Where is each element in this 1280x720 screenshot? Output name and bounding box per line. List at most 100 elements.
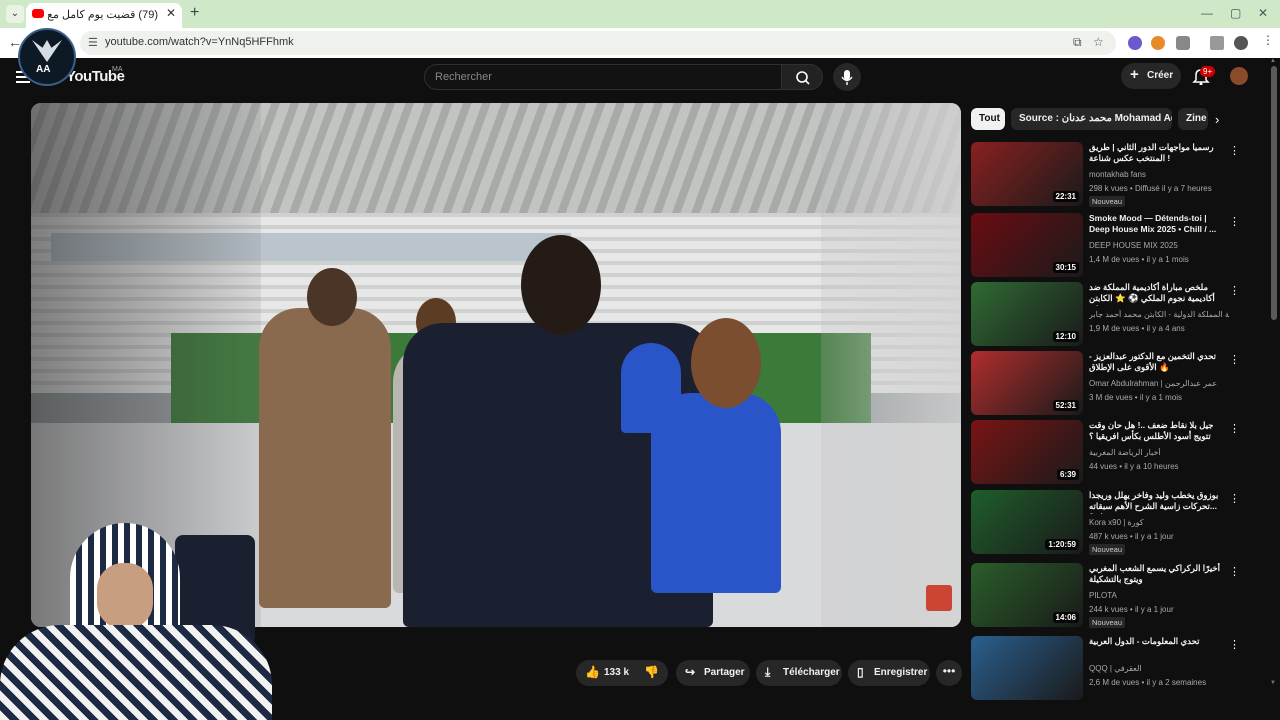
person-figure <box>259 308 391 608</box>
video-duration: 52:31 <box>1052 400 1079 411</box>
video-thumbnail[interactable]: 12:10 <box>971 282 1083 346</box>
media-controls-icon[interactable] <box>1210 36 1224 50</box>
video-meta: 1,9 M de vues • il y a 4 ans <box>1089 324 1185 333</box>
channel-watermark[interactable] <box>926 585 952 611</box>
recommendation-item[interactable]: 22:31 رسميا مواجهات الدور الثاني | طريق … <box>971 142 1261 207</box>
more-options-icon[interactable]: ⋮ <box>1229 215 1240 228</box>
search-input[interactable]: Rechercher <box>424 64 782 90</box>
bookmark-star-icon[interactable]: ☆ <box>1093 35 1104 49</box>
video-thumbnail[interactable]: 52:31 <box>971 351 1083 415</box>
dislike-thumbs-down-icon[interactable]: 👎 <box>644 665 659 679</box>
video-title[interactable]: جيل بلا نقاط ضعف ..! هل حان وقت تتويج أس… <box>1089 420 1227 444</box>
channel-name[interactable]: Omar Abdulrahman | عمر عبدالرحمن <box>1089 379 1229 388</box>
download-label: Télécharger <box>783 667 840 678</box>
microphone-icon <box>841 70 853 85</box>
channel-name[interactable]: PILOTA <box>1089 591 1229 600</box>
channel-name[interactable]: QQQ | العقرفي <box>1089 664 1229 673</box>
voice-search-button[interactable] <box>833 63 861 91</box>
scroll-up-arrow-icon[interactable]: ▲ <box>1270 58 1276 64</box>
share-button[interactable]: ↪ Partager <box>676 660 750 686</box>
download-icon: ⤓ <box>765 665 771 679</box>
recommendation-item[interactable]: 52:31 تحدي التخمين مع الدكتور عبدالعزيز … <box>971 351 1261 415</box>
person-head <box>521 235 601 335</box>
channel-name[interactable]: أكاديمية المملكة الدولية - الكابتن محمد … <box>1089 310 1229 319</box>
recommendation-item[interactable]: 1:20:59 بوزوق يخطب وليد وفاخر يهلل وريجد… <box>971 490 1261 555</box>
chip-label: Source : محمد عدنان Mohamad Adnan <box>1019 113 1172 124</box>
extension-icon[interactable] <box>1151 36 1165 50</box>
scroll-down-arrow-icon[interactable]: ▼ <box>1270 680 1276 686</box>
video-thumbnail[interactable]: 30:15 <box>971 213 1083 277</box>
profile-icon[interactable] <box>1234 36 1248 50</box>
more-options-icon[interactable]: ⋮ <box>1229 422 1240 435</box>
eagle-logo-icon <box>32 40 62 62</box>
save-button[interactable]: ▯ Enregistrer <box>848 660 930 686</box>
more-options-icon[interactable]: ⋮ <box>1229 144 1240 157</box>
more-options-icon[interactable]: ⋮ <box>1229 492 1240 505</box>
more-actions-icon[interactable]: ••• <box>936 660 962 686</box>
install-app-icon[interactable]: ⧉ <box>1073 35 1082 50</box>
video-thumbnail[interactable] <box>971 636 1083 700</box>
chip-source[interactable]: Source : محمد عدنان Mohamad Adnan <box>1011 108 1172 130</box>
more-options-icon[interactable]: ⋮ <box>1229 353 1240 366</box>
video-meta: 487 k vues • il y a 1 jour <box>1089 532 1174 541</box>
maximize-icon[interactable]: ▢ <box>1230 6 1241 20</box>
create-button[interactable]: + Créer <box>1121 63 1181 89</box>
minimize-icon[interactable]: — <box>1201 6 1213 20</box>
more-options-icon[interactable]: ⋮ <box>1229 565 1240 578</box>
extensions-puzzle-icon[interactable] <box>1176 36 1190 50</box>
video-title[interactable]: تحدي التخمين مع الدكتور عبدالعزيز - الأق… <box>1089 351 1227 375</box>
recommendation-item[interactable]: 14:06 أخيرًا الركراكي يسمع الشعب المغربي… <box>971 563 1261 628</box>
recommendation-item[interactable]: 12:10 ملخص مباراة أكاديمية المملكة ضد أك… <box>971 282 1261 346</box>
video-title[interactable]: رسميا مواجهات الدور الثاني | طريق المنتخ… <box>1089 142 1227 166</box>
video-title[interactable]: Smoke Mood — Détends-toi | Deep House Mi… <box>1089 213 1227 237</box>
like-dislike-group: 👍 133 k 👎 <box>576 660 668 686</box>
youtube-favicon-icon <box>32 9 44 18</box>
chip-zine[interactable]: Zine <box>1178 108 1208 130</box>
person-head <box>691 318 761 408</box>
window-close-icon[interactable]: ✕ <box>1258 6 1268 20</box>
youtube-header: YouTube MA Rechercher + Créer 9+ <box>0 58 1280 100</box>
more-options-icon[interactable]: ⋮ <box>1229 638 1240 651</box>
chip-label: Tout <box>979 113 1000 124</box>
person-head <box>307 268 357 326</box>
video-thumbnail[interactable]: 14:06 <box>971 563 1083 627</box>
chip-all[interactable]: Tout <box>971 108 1005 130</box>
channel-name[interactable]: أخبار الرياضة المغربية <box>1089 448 1229 457</box>
video-thumbnail[interactable]: 22:31 <box>971 142 1083 206</box>
video-title[interactable]: أخيرًا الركراكي يسمع الشعب المغربي ويتوج… <box>1089 563 1227 587</box>
logo-mark: AA <box>36 64 51 75</box>
save-label: Enregistrer <box>874 667 928 678</box>
browser-menu-icon[interactable]: ⋮ <box>1262 33 1276 47</box>
scrollbar-thumb[interactable] <box>1271 66 1277 320</box>
url-text[interactable]: youtube.com/watch?v=YnNq5HFFhmk <box>105 36 294 48</box>
share-label: Partager <box>704 667 745 678</box>
region-code: MA <box>112 66 123 73</box>
recommendation-item[interactable]: 6:39 جيل بلا نقاط ضعف ..! هل حان وقت تتو… <box>971 420 1261 484</box>
channel-name[interactable]: montakhab fans <box>1089 170 1229 179</box>
video-title[interactable]: تحدي المعلومات - الدول العربية <box>1089 636 1227 660</box>
tab-search-chevron-icon[interactable]: ⌄ <box>6 5 24 23</box>
new-tab-icon[interactable]: + <box>190 4 199 22</box>
video-thumbnail[interactable]: 1:20:59 <box>971 490 1083 554</box>
recommendation-item[interactable]: 30:15 Smoke Mood — Détends-toi | Deep Ho… <box>971 213 1261 277</box>
channel-name[interactable]: DEEP HOUSE MIX 2025 <box>1089 241 1229 250</box>
sweater <box>0 625 272 720</box>
omnibox[interactable]: ☰ youtube.com/watch?v=YnNq5HFFhmk ⧉ ☆ <box>80 31 1116 55</box>
video-title[interactable]: ملخص مباراة أكاديمية المملكة ضد أكاديمية… <box>1089 282 1227 306</box>
close-tab-icon[interactable]: ✕ <box>166 6 176 20</box>
video-title[interactable]: بوزوق يخطب وليد وفاخر يهلل وريجدا ...تحر… <box>1089 490 1227 514</box>
like-thumbs-up-icon[interactable]: 👍 <box>585 665 600 679</box>
search-button[interactable] <box>781 64 823 90</box>
download-button[interactable]: ⤓ Télécharger <box>756 660 842 686</box>
like-count[interactable]: 133 k <box>604 667 629 678</box>
recommendation-item[interactable]: تحدي المعلومات - الدول العربية QQQ | الع… <box>971 636 1261 700</box>
chevron-right-icon[interactable]: › <box>1215 112 1219 127</box>
channel-name[interactable]: Kora x90 | كورة <box>1089 518 1229 527</box>
more-options-icon[interactable]: ⋮ <box>1229 284 1240 297</box>
site-info-icon[interactable]: ☰ <box>88 36 100 49</box>
account-avatar[interactable] <box>1230 67 1248 85</box>
extension-icon[interactable] <box>1128 36 1142 50</box>
video-meta: 244 k vues • il y a 1 jour <box>1089 605 1174 614</box>
video-thumbnail[interactable]: 6:39 <box>971 420 1083 484</box>
browser-tab[interactable]: (79) قضيت يوم كامل مع زيدا ✕ <box>26 3 182 28</box>
